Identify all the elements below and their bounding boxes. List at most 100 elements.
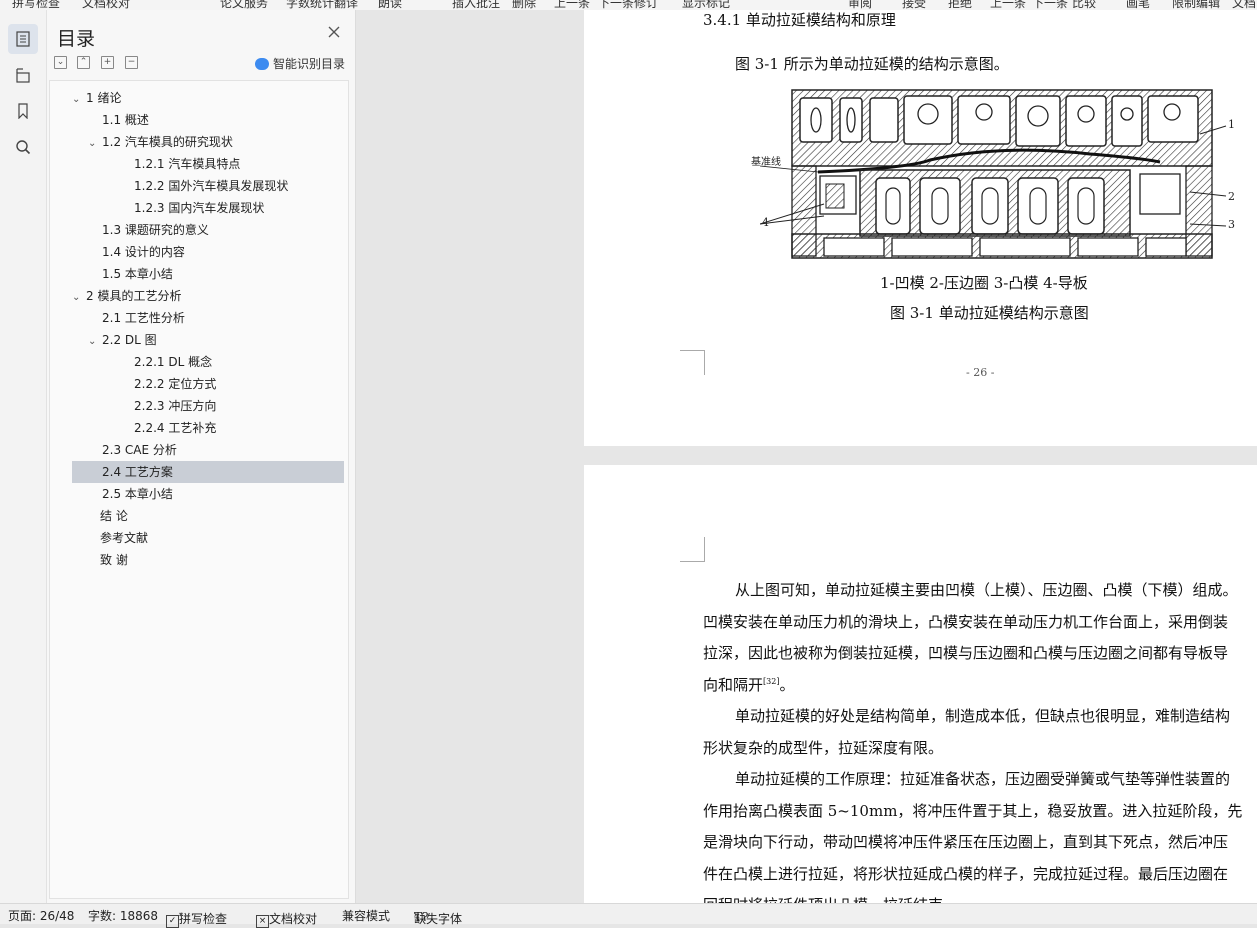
toc-item[interactable]: 1.2.3 国内汽车发展现状	[72, 197, 344, 219]
toc-item[interactable]: 2.5 本章小结	[72, 483, 344, 505]
body-text: 单动拉延模的好处是结构简单，制造成本低，但缺点也很明显，难制造结构	[735, 707, 1231, 725]
body-text: 单动拉延模的工作原理：拉延准备状态，压边圈受弹簧或气垫等弹性装置的	[735, 770, 1231, 788]
figure-intro: 图 3-1 所示为单动拉延模的结构示意图。	[735, 55, 1009, 73]
body-text: 回程时将拉延件顶出凸模，拉延结束。	[703, 896, 958, 903]
figure-label-4: 4	[762, 216, 769, 229]
body-text-tail: 。	[779, 675, 795, 694]
search-icon[interactable]	[8, 132, 38, 162]
toc-item-label: 1.4 设计的内容	[102, 245, 185, 259]
page-number: - 26 -	[966, 366, 995, 379]
body-text-line: 作用抬离凸模表面 5~10mm，将冲压件置于其上，稳妥放置。进入拉延阶段，先	[703, 800, 1242, 821]
toc-item-label: 1.3 课题研究的意义	[102, 223, 209, 237]
toc-item-label: 致 谢	[100, 553, 128, 567]
toc-item[interactable]: 2.1 工艺性分析	[72, 307, 344, 329]
ai-recognize-toc-button[interactable]: 智能识别目录	[255, 55, 345, 72]
close-icon[interactable]	[327, 24, 343, 40]
toc-item-label: 2.2.2 定位方式	[134, 377, 217, 391]
toc-item[interactable]: 1.3 课题研究的意义	[72, 219, 344, 241]
proof-icon: ×	[256, 915, 269, 928]
expand-up-icon[interactable]: ⌃	[77, 56, 90, 69]
doc-proof-label: 文档校对	[269, 912, 318, 926]
toc-item-label: 2.1 工艺性分析	[102, 311, 185, 325]
body-text-line: 件在凸模上进行拉延，将形状拉延成凸模的样子，完成拉延过程。最后压边圈在	[703, 863, 1228, 884]
toc-item-label: 1.2.3 国内汽车发展现状	[134, 201, 265, 215]
toc-item-label: 1.2.2 国外汽车模具发展现状	[134, 179, 289, 193]
remove-level-icon[interactable]: −	[125, 56, 138, 69]
toc-item[interactable]: 2.2.1 DL 概念	[72, 351, 344, 373]
chevron-down-icon[interactable]: ⌄	[72, 89, 86, 111]
doc-proof-button[interactable]: × 文档校对	[256, 907, 317, 928]
toc-item[interactable]: 2.4 工艺方案	[72, 461, 344, 483]
ai-recognize-label: 智能识别目录	[273, 57, 346, 71]
document-area[interactable]: 3.4.1 单动拉延模结构和原理 图 3-1 所示为单动拉延模的结构示意图。 基…	[356, 10, 1257, 903]
toc-item-label: 1.2 汽车模具的研究现状	[102, 135, 233, 149]
toc-item[interactable]: ⌄ 1.2 汽车模具的研究现状	[72, 131, 344, 153]
toc-item-label: 参考文献	[100, 531, 149, 545]
sidebar-iconbar	[0, 10, 47, 903]
spell-check-label: 拼写检查	[179, 912, 228, 926]
crop-mark	[680, 537, 705, 562]
word-count[interactable]: 字数: 18868	[88, 907, 158, 924]
die-structure-figure	[760, 89, 1227, 259]
body-text: 凹模安装在单动压力机的滑块上，凸模安装在单动压力机工作台面上，采用倒装	[703, 612, 1229, 631]
toc-item[interactable]: 1.2.1 汽车模具特点	[72, 153, 344, 175]
chevron-down-icon[interactable]: ⌄	[72, 287, 86, 309]
body-text: 形状复杂的成型件，拉延深度有限。	[703, 738, 944, 757]
ai-icon	[255, 57, 269, 70]
chevron-down-icon[interactable]: ⌄	[88, 331, 102, 353]
toc-item-label: 2.2.4 工艺补充	[134, 421, 217, 435]
body-text-line: 回程时将拉延件顶出凸模，拉延结束。	[703, 894, 958, 903]
toc-item-label: 1.2.1 汽车模具特点	[134, 157, 241, 171]
citation-superscript[interactable]: [32]	[763, 677, 779, 686]
navigation-pane-icon[interactable]	[8, 60, 38, 90]
toc-item-label: 2.4 工艺方案	[102, 465, 173, 479]
toc-item-label: 2.2 DL 图	[102, 333, 157, 347]
figure-legend: 1-凹模 2-压边圈 3-凸模 4-导板	[880, 274, 1088, 292]
toc-item[interactable]: 1.2.2 国外汽车模具发展现状	[72, 175, 344, 197]
toc-item-label: 2.5 本章小结	[102, 487, 173, 501]
toc-item[interactable]: 2.3 CAE 分析	[72, 439, 344, 461]
figure-caption: 图 3-1 单动拉延模结构示意图	[890, 304, 1089, 322]
compat-mode: 兼容模式	[342, 909, 391, 923]
toc-item-label: 结 论	[100, 509, 128, 523]
toc-item[interactable]: ⌄ 2.2 DL 图	[72, 329, 344, 351]
body-text: 是滑块向下行动，带动凹模将冲压件紧压在压边圈上，直到其下死点，然后冲压	[703, 833, 1229, 851]
document-page-26: 3.4.1 单动拉延模结构和原理 图 3-1 所示为单动拉延模的结构示意图。 基…	[584, 10, 1257, 446]
section-heading: 3.4.1 单动拉延模结构和原理	[703, 11, 896, 29]
body-text: 件在凸模上进行拉延，将形状拉延成凸模的样子，完成拉延过程。最后压边圈在	[703, 864, 1229, 883]
outline-icon[interactable]	[8, 24, 38, 54]
bookmark-icon[interactable]	[8, 96, 38, 126]
toc-item[interactable]: 1.4 设计的内容	[72, 241, 344, 263]
toc-item-label: 1 绪论	[86, 91, 122, 105]
toc-item-label: 2 模具的工艺分析	[86, 289, 182, 303]
toc-item[interactable]: ⌄ 1 绪论	[72, 87, 344, 109]
toc-item[interactable]: 2.2.4 工艺补充	[72, 417, 344, 439]
page-indicator[interactable]: 页面: 26/48	[8, 907, 74, 924]
toc-item[interactable]: 1.5 本章小结	[72, 263, 344, 285]
toc-panel-title: 目录	[57, 28, 96, 50]
collapse-all-icon[interactable]: ⌄	[54, 56, 67, 69]
figure-label-datum: 基准线	[751, 157, 781, 168]
toc-item[interactable]: 参考文献	[72, 527, 344, 549]
crop-mark	[680, 350, 705, 375]
toc-item-label: 2.2.1 DL 概念	[134, 355, 213, 369]
body-text-line: 拉深，因此也被称为倒装拉延模，凹模与压边圈和凸模与压边圈之间都有导板导	[703, 642, 1228, 663]
toc-item[interactable]: 致 谢	[72, 549, 344, 571]
body-text-line: 向和隔开[32]。	[703, 674, 794, 695]
body-text-line: 形状复杂的成型件，拉延深度有限。	[703, 737, 943, 758]
toc-item[interactable]: 2.2.3 冲压方向	[72, 395, 344, 417]
document-page-27: 从上图可知，单动拉延模主要由凹模（上模）、压边圈、凸模（下模）组成。凹模安装在单…	[584, 465, 1257, 903]
body-text-line: 凹模安装在单动压力机的滑块上，凸模安装在单动压力机工作台面上，采用倒装	[703, 611, 1228, 632]
spell-check-button[interactable]: ✓ 拼写检查 ▾	[166, 907, 227, 928]
toc-item[interactable]: ⌄ 2 模具的工艺分析	[72, 285, 344, 307]
toc-item[interactable]: 2.2.2 定位方式	[72, 373, 344, 395]
chevron-down-icon[interactable]: ⌄	[88, 133, 102, 155]
toc-item[interactable]: 1.1 概述	[72, 109, 344, 131]
figure-label-3: 3	[1228, 218, 1235, 231]
toc-item[interactable]: 结 论	[72, 505, 344, 527]
body-text-line: 从上图可知，单动拉延模主要由凹模（上模）、压边圈、凸模（下模）组成。	[735, 579, 1238, 600]
body-text: 向和隔开	[703, 675, 764, 694]
missing-font-label: 缺失字体	[414, 912, 463, 926]
add-level-icon[interactable]: +	[101, 56, 114, 69]
toc-tree: ⌄ 1 绪论 1.1 概述 ⌄ 1.2 汽车模具的研究现状 1.2.1 汽车模具特点 1.2…	[49, 80, 349, 899]
